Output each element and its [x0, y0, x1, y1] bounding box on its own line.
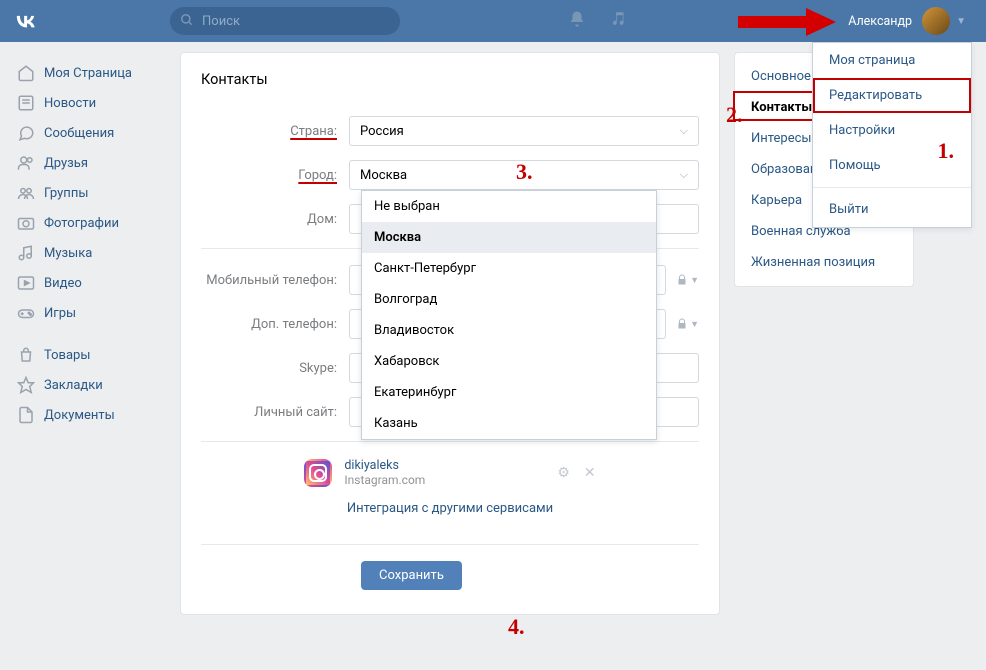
- news-icon: [16, 93, 36, 113]
- separator: [201, 441, 699, 442]
- city-option[interactable]: Екатеринбург: [362, 377, 656, 408]
- form-title: Контакты: [201, 71, 699, 88]
- country-select[interactable]: Россия ⌵: [349, 116, 699, 146]
- home-label: Дом:: [201, 212, 349, 227]
- alt-phone-label: Доп. телефон:: [201, 317, 349, 332]
- nav-news[interactable]: Новости: [10, 88, 170, 118]
- nav-photos[interactable]: Фотографии: [10, 208, 170, 238]
- nav-friends[interactable]: Друзья: [10, 148, 170, 178]
- city-option[interactable]: Хабаровск: [362, 346, 656, 377]
- city-dropdown: Не выбран Москва Санкт-Петербург Волгогр…: [361, 190, 657, 440]
- form-panel: Контакты Страна: Россия ⌵ Город: Москва …: [180, 52, 720, 615]
- dropdown-mypage[interactable]: Моя страница: [813, 43, 971, 78]
- city-option[interactable]: Казань: [362, 408, 656, 439]
- nav-bookmarks[interactable]: Закладки: [10, 370, 170, 400]
- instagram-row: dikiyaleks Instagram.com ⚙ ✕: [201, 458, 699, 487]
- privacy-lock[interactable]: ▼: [676, 318, 699, 330]
- annotation-arrow: [738, 8, 838, 36]
- city-option[interactable]: Владивосток: [362, 315, 656, 346]
- city-select[interactable]: Москва ⌵: [349, 160, 699, 190]
- nav-music[interactable]: Музыка: [10, 238, 170, 268]
- city-option[interactable]: Санкт-Петербург: [362, 253, 656, 284]
- instagram-icon: [304, 459, 332, 487]
- groups-icon: [16, 183, 36, 203]
- user-dropdown: Моя страница Редактировать Настройки Пом…: [812, 42, 972, 228]
- games-icon: [16, 303, 36, 323]
- dropdown-logout[interactable]: Выйти: [813, 192, 971, 227]
- close-icon[interactable]: ✕: [584, 465, 596, 481]
- search-icon: [180, 12, 194, 31]
- star-icon: [16, 375, 36, 395]
- nav-games[interactable]: Игры: [10, 298, 170, 328]
- messages-icon: [16, 123, 36, 143]
- nav-video[interactable]: Видео: [10, 268, 170, 298]
- dropdown-edit[interactable]: Редактировать: [813, 78, 971, 113]
- nav-docs[interactable]: Документы: [10, 400, 170, 430]
- integration-link[interactable]: Интеграция с другими сервисами: [201, 501, 699, 516]
- nav-groups[interactable]: Группы: [10, 178, 170, 208]
- video-icon: [16, 273, 36, 293]
- header: Александр ▼: [0, 0, 986, 42]
- dropdown-help[interactable]: Помощь: [813, 148, 971, 183]
- bell-icon[interactable]: [568, 10, 586, 32]
- instagram-domain: Instagram.com: [344, 473, 425, 487]
- user-menu[interactable]: Александр ▼: [840, 7, 974, 35]
- search-input[interactable]: [202, 14, 390, 29]
- nav-market[interactable]: Товары: [10, 340, 170, 370]
- search-box[interactable]: [170, 7, 400, 35]
- user-name: Александр: [848, 14, 912, 29]
- friends-icon: [16, 153, 36, 173]
- doc-icon: [16, 405, 36, 425]
- home-icon: [16, 63, 36, 83]
- chevron-down-icon: ⌵: [680, 168, 688, 182]
- privacy-lock[interactable]: ▼: [676, 274, 699, 286]
- sidebar: Моя Страница Новости Сообщения Друзья Гр…: [10, 52, 170, 615]
- country-label: Страна:: [201, 124, 349, 139]
- music-icon[interactable]: [610, 10, 628, 32]
- chevron-down-icon: ⌵: [680, 124, 688, 138]
- nav-messages[interactable]: Сообщения: [10, 118, 170, 148]
- bag-icon: [16, 345, 36, 365]
- separator: [201, 544, 699, 545]
- site-label: Личный сайт:: [201, 405, 349, 420]
- mobile-label: Мобильный телефон:: [201, 273, 349, 288]
- chevron-down-icon: ▼: [956, 16, 966, 27]
- music-nav-icon: [16, 243, 36, 263]
- city-option[interactable]: Не выбран: [362, 191, 656, 222]
- gear-icon[interactable]: ⚙: [557, 465, 570, 481]
- city-label: Город:: [201, 168, 349, 183]
- nav-mypage[interactable]: Моя Страница: [10, 58, 170, 88]
- skype-label: Skype:: [201, 361, 349, 376]
- tab-life[interactable]: Жизненная позиция: [735, 247, 913, 278]
- city-option[interactable]: Волгоград: [362, 284, 656, 315]
- vk-logo[interactable]: [12, 7, 40, 35]
- instagram-name[interactable]: dikiyaleks: [344, 458, 425, 473]
- dropdown-separator: [813, 187, 971, 188]
- camera-icon: [16, 213, 36, 233]
- dropdown-settings[interactable]: Настройки: [813, 113, 971, 148]
- save-button[interactable]: Сохранить: [361, 561, 462, 590]
- annotation-4: 4.: [508, 614, 525, 640]
- avatar: [922, 7, 950, 35]
- city-option[interactable]: Москва: [362, 222, 656, 253]
